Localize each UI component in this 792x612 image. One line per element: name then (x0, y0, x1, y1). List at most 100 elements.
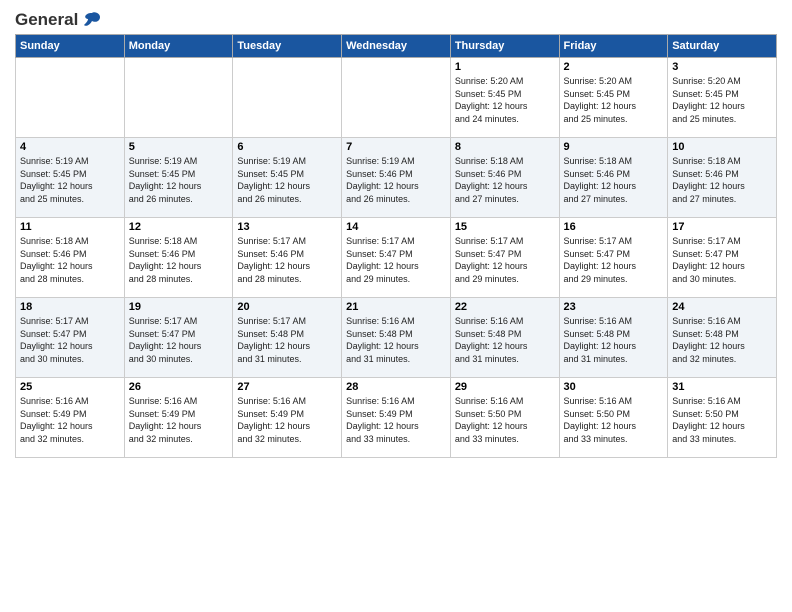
day-header-thursday: Thursday (450, 35, 559, 58)
day-header-tuesday: Tuesday (233, 35, 342, 58)
calendar-cell: 17 Sunrise: 5:17 AM Sunset: 5:47 PM Dayli… (668, 218, 777, 298)
calendar-cell: 25 Sunrise: 5:16 AM Sunset: 5:49 PM Dayli… (16, 378, 125, 458)
day-header-wednesday: Wednesday (342, 35, 451, 58)
calendar-cell: 9 Sunrise: 5:18 AM Sunset: 5:46 PM Daylig… (559, 138, 668, 218)
calendar-cell: 10 Sunrise: 5:18 AM Sunset: 5:46 PM Dayli… (668, 138, 777, 218)
calendar-cell: 7 Sunrise: 5:19 AM Sunset: 5:46 PM Daylig… (342, 138, 451, 218)
cell-info: Sunrise: 5:16 AM Sunset: 5:49 PM Dayligh… (237, 395, 337, 445)
logo: General (15, 10, 102, 26)
calendar-week-4: 18 Sunrise: 5:17 AM Sunset: 5:47 PM Dayli… (16, 298, 777, 378)
day-number: 22 (455, 301, 555, 313)
day-number: 28 (346, 381, 446, 393)
logo-bird-icon (82, 11, 102, 29)
calendar-cell: 19Sunrise: 5:17 AM Sunset: 5:47 PM Dayli… (124, 298, 233, 378)
day-number: 15 (455, 221, 555, 233)
calendar-cell: 22 Sunrise: 5:16 AM Sunset: 5:48 PM Dayli… (450, 298, 559, 378)
calendar-cell: 15 Sunrise: 5:17 AM Sunset: 5:47 PM Dayli… (450, 218, 559, 298)
day-number: 5 (129, 141, 229, 153)
calendar-cell: 14 Sunrise: 5:17 AM Sunset: 5:47 PM Dayli… (342, 218, 451, 298)
calendar-week-2: 4 Sunrise: 5:19 AM Sunset: 5:45 PM Daylig… (16, 138, 777, 218)
day-number: 13 (237, 221, 337, 233)
cell-info: Sunrise: 5:20 AM Sunset: 5:45 PM Dayligh… (672, 75, 772, 125)
cell-info: Sunrise: 5:20 AM Sunset: 5:45 PM Dayligh… (455, 75, 555, 125)
day-number: 12 (129, 221, 229, 233)
day-number: 9 (564, 141, 664, 153)
day-number: 10 (672, 141, 772, 153)
day-number: 2 (564, 61, 664, 73)
day-number: 7 (346, 141, 446, 153)
calendar-week-1: 1 Sunrise: 5:20 AM Sunset: 5:45 PM Daylig… (16, 58, 777, 138)
header: General (15, 10, 777, 26)
calendar-cell: 20Sunrise: 5:17 AM Sunset: 5:48 PM Dayli… (233, 298, 342, 378)
calendar-cell: 4 Sunrise: 5:19 AM Sunset: 5:45 PM Daylig… (16, 138, 125, 218)
day-number: 30 (564, 381, 664, 393)
calendar-cell: 3 Sunrise: 5:20 AM Sunset: 5:45 PM Daylig… (668, 58, 777, 138)
calendar-week-3: 11 Sunrise: 5:18 AM Sunset: 5:46 PM Dayli… (16, 218, 777, 298)
calendar-cell: 16 Sunrise: 5:17 AM Sunset: 5:47 PM Dayli… (559, 218, 668, 298)
day-number: 8 (455, 141, 555, 153)
calendar-cell (342, 58, 451, 138)
calendar-cell: 1 Sunrise: 5:20 AM Sunset: 5:45 PM Daylig… (450, 58, 559, 138)
calendar-cell: 28Sunrise: 5:16 AM Sunset: 5:49 PM Dayli… (342, 378, 451, 458)
day-number: 14 (346, 221, 446, 233)
cell-info: Sunrise: 5:16 AM Sunset: 5:50 PM Dayligh… (455, 395, 555, 445)
day-number: 25 (20, 381, 120, 393)
day-header-friday: Friday (559, 35, 668, 58)
calendar-cell: 12Sunrise: 5:18 AM Sunset: 5:46 PM Dayli… (124, 218, 233, 298)
calendar-cell: 24Sunrise: 5:16 AM Sunset: 5:48 PM Dayli… (668, 298, 777, 378)
calendar-cell (233, 58, 342, 138)
cell-info: Sunrise: 5:17 AM Sunset: 5:47 PM Dayligh… (20, 315, 120, 365)
cell-info: Sunrise: 5:19 AM Sunset: 5:45 PM Dayligh… (20, 155, 120, 205)
page-container: General SundayMondayTuesdayWednesdayThur… (0, 0, 792, 612)
cell-info: Sunrise: 5:16 AM Sunset: 5:48 PM Dayligh… (346, 315, 446, 365)
cell-info: Sunrise: 5:17 AM Sunset: 5:47 PM Dayligh… (346, 235, 446, 285)
calendar-cell: 5 Sunrise: 5:19 AM Sunset: 5:45 PM Daylig… (124, 138, 233, 218)
cell-info: Sunrise: 5:18 AM Sunset: 5:46 PM Dayligh… (672, 155, 772, 205)
cell-info: Sunrise: 5:17 AM Sunset: 5:48 PM Dayligh… (237, 315, 337, 365)
calendar-cell: 30 Sunrise: 5:16 AM Sunset: 5:50 PM Dayli… (559, 378, 668, 458)
day-header-sunday: Sunday (16, 35, 125, 58)
cell-info: Sunrise: 5:16 AM Sunset: 5:50 PM Dayligh… (672, 395, 772, 445)
cell-info: Sunrise: 5:16 AM Sunset: 5:48 PM Dayligh… (672, 315, 772, 365)
calendar-cell (124, 58, 233, 138)
cell-info: Sunrise: 5:17 AM Sunset: 5:47 PM Dayligh… (455, 235, 555, 285)
day-number: 21 (346, 301, 446, 313)
cell-info: Sunrise: 5:16 AM Sunset: 5:49 PM Dayligh… (20, 395, 120, 445)
day-number: 1 (455, 61, 555, 73)
cell-info: Sunrise: 5:20 AM Sunset: 5:45 PM Dayligh… (564, 75, 664, 125)
cell-info: Sunrise: 5:19 AM Sunset: 5:46 PM Dayligh… (346, 155, 446, 205)
day-number: 27 (237, 381, 337, 393)
cell-info: Sunrise: 5:17 AM Sunset: 5:47 PM Dayligh… (672, 235, 772, 285)
cell-info: Sunrise: 5:17 AM Sunset: 5:47 PM Dayligh… (129, 315, 229, 365)
calendar-cell: 11 Sunrise: 5:18 AM Sunset: 5:46 PM Dayli… (16, 218, 125, 298)
day-number: 11 (20, 221, 120, 233)
calendar-cell: 8Sunrise: 5:18 AM Sunset: 5:46 PM Daylig… (450, 138, 559, 218)
day-number: 17 (672, 221, 772, 233)
calendar-cell: 13Sunrise: 5:17 AM Sunset: 5:46 PM Dayli… (233, 218, 342, 298)
day-number: 29 (455, 381, 555, 393)
day-number: 18 (20, 301, 120, 313)
calendar-table: SundayMondayTuesdayWednesdayThursdayFrid… (15, 34, 777, 458)
logo-general: General (15, 10, 78, 30)
calendar-cell (16, 58, 125, 138)
day-header-monday: Monday (124, 35, 233, 58)
cell-info: Sunrise: 5:18 AM Sunset: 5:46 PM Dayligh… (20, 235, 120, 285)
cell-info: Sunrise: 5:16 AM Sunset: 5:50 PM Dayligh… (564, 395, 664, 445)
day-number: 3 (672, 61, 772, 73)
day-number: 23 (564, 301, 664, 313)
cell-info: Sunrise: 5:18 AM Sunset: 5:46 PM Dayligh… (564, 155, 664, 205)
calendar-cell: 21 Sunrise: 5:16 AM Sunset: 5:48 PM Dayli… (342, 298, 451, 378)
calendar-cell: 6 Sunrise: 5:19 AM Sunset: 5:45 PM Daylig… (233, 138, 342, 218)
day-number: 6 (237, 141, 337, 153)
cell-info: Sunrise: 5:16 AM Sunset: 5:48 PM Dayligh… (455, 315, 555, 365)
calendar-cell: 18 Sunrise: 5:17 AM Sunset: 5:47 PM Dayli… (16, 298, 125, 378)
day-number: 31 (672, 381, 772, 393)
day-number: 16 (564, 221, 664, 233)
cell-info: Sunrise: 5:19 AM Sunset: 5:45 PM Dayligh… (237, 155, 337, 205)
cell-info: Sunrise: 5:16 AM Sunset: 5:49 PM Dayligh… (129, 395, 229, 445)
cell-info: Sunrise: 5:17 AM Sunset: 5:47 PM Dayligh… (564, 235, 664, 285)
day-number: 4 (20, 141, 120, 153)
cell-info: Sunrise: 5:19 AM Sunset: 5:45 PM Dayligh… (129, 155, 229, 205)
cell-info: Sunrise: 5:16 AM Sunset: 5:48 PM Dayligh… (564, 315, 664, 365)
calendar-cell: 23 Sunrise: 5:16 AM Sunset: 5:48 PM Dayli… (559, 298, 668, 378)
